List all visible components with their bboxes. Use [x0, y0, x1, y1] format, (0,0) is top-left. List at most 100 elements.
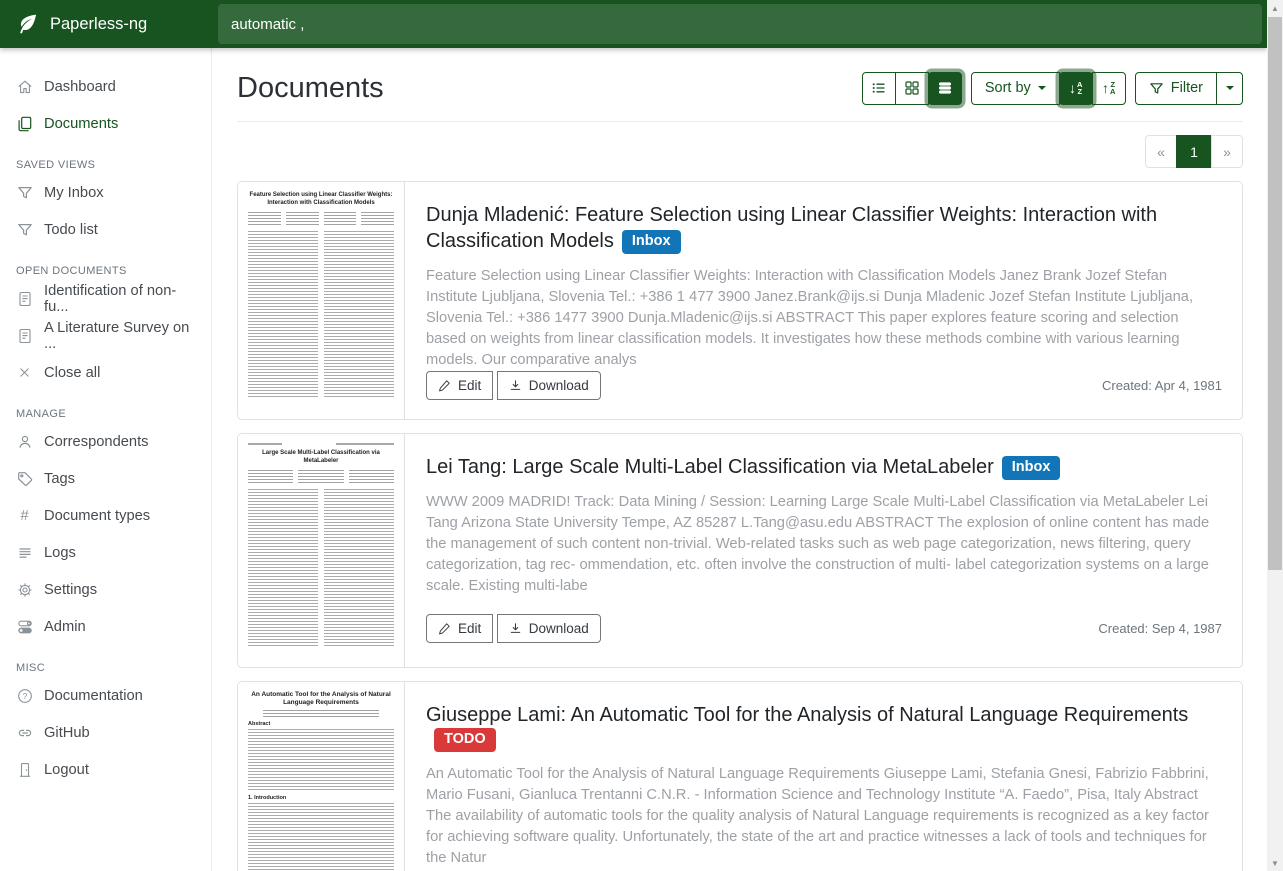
leaf-logo-icon — [17, 13, 39, 35]
sidebar-item-dashboard[interactable]: Dashboard — [0, 68, 211, 105]
document-title-link[interactable]: Dunja Mladenić: Feature Selection using … — [426, 204, 1157, 252]
created-date: Created: Apr 4, 1981 — [1102, 378, 1222, 393]
app-brand[interactable]: Paperless-ng — [0, 13, 212, 35]
sidebar-item-label: My Inbox — [44, 185, 104, 201]
document-title-link[interactable]: Lei Tang: Large Scale Multi-Label Classi… — [426, 456, 994, 478]
person-icon — [16, 433, 33, 450]
download-label: Download — [529, 378, 589, 393]
sidebar-item-label: Correspondents — [44, 434, 149, 450]
header-divider — [237, 121, 1243, 122]
download-button[interactable]: Download — [497, 371, 601, 400]
download-icon — [509, 379, 522, 392]
detail-view-button[interactable] — [928, 72, 962, 105]
svg-text:?: ? — [22, 691, 27, 701]
sidebar-item-document-types[interactable]: # Document types — [0, 497, 211, 534]
sidebar-item-logout[interactable]: Logout — [0, 751, 211, 788]
sort-descending-button[interactable]: ↓AZ — [1059, 72, 1093, 105]
filter-icon — [16, 184, 33, 201]
pagination-page-1-button[interactable]: 1 — [1176, 135, 1212, 168]
edit-label: Edit — [458, 621, 481, 636]
pagination-prev-button[interactable]: « — [1145, 135, 1177, 168]
list-view-button[interactable] — [862, 72, 896, 105]
tag-badge-todo[interactable]: TODO — [434, 728, 496, 752]
close-icon — [16, 364, 33, 381]
pagination-next-button[interactable]: » — [1211, 135, 1243, 168]
sidebar-item-my-inbox[interactable]: My Inbox — [0, 174, 211, 211]
sidebar-section-saved-views: SAVED VIEWS — [0, 159, 211, 171]
document-excerpt: An Automatic Tool for the Analysis of Na… — [426, 764, 1222, 869]
document-card: Feature Selection using Linear Classifie… — [237, 181, 1243, 420]
sidebar-section-misc: MISC — [0, 662, 211, 674]
sidebar-item-label: Documents — [44, 116, 118, 132]
sidebar-item-close-all[interactable]: Close all — [0, 354, 211, 391]
sort-by-button[interactable]: Sort by — [971, 72, 1060, 105]
view-toggle-group — [862, 72, 962, 105]
sidebar-item-open-doc-2[interactable]: A Literature Survey on ... — [0, 317, 211, 354]
pencil-icon — [438, 622, 451, 635]
filter-group: Filter — [1135, 72, 1243, 105]
sidebar-item-tags[interactable]: Tags — [0, 460, 211, 497]
filter-label: Filter — [1171, 80, 1203, 96]
sidebar-item-documents[interactable]: Documents — [0, 105, 211, 142]
scroll-down-icon[interactable]: ▼ — [1267, 855, 1283, 871]
sidebar-item-label: GitHub — [44, 725, 90, 741]
sidebar-item-github[interactable]: GitHub — [0, 714, 211, 751]
sidebar-item-documentation[interactable]: ? Documentation — [0, 677, 211, 714]
edit-label: Edit — [458, 378, 481, 393]
document-thumbnail[interactable]: An Automatic Tool for the Analysis of Na… — [238, 682, 405, 871]
list-view-icon — [871, 80, 887, 96]
toggles-icon — [16, 618, 33, 635]
thumbnail-section-heading: Abstract — [248, 721, 394, 727]
browser-scrollbar[interactable]: ▲ ▼ — [1267, 0, 1283, 871]
sidebar-item-settings[interactable]: Settings — [0, 571, 211, 608]
sidebar: Dashboard Documents SAVED VIEWS My Inbox… — [0, 48, 212, 871]
document-thumbnail[interactable]: Feature Selection using Linear Classifie… — [238, 182, 405, 419]
sidebar-item-label: Documentation — [44, 688, 143, 704]
home-icon — [16, 78, 33, 95]
sidebar-item-label: A Literature Survey on ... — [44, 320, 195, 352]
thumbnail-section-heading: 1. Introduction — [248, 795, 394, 801]
sidebar-item-label: Identification of non-fu... — [44, 283, 195, 315]
grid-view-button[interactable] — [895, 72, 929, 105]
sidebar-item-correspondents[interactable]: Correspondents — [0, 423, 211, 460]
file-text-icon — [16, 290, 33, 307]
tag-badge-inbox[interactable]: Inbox — [622, 230, 681, 254]
sidebar-item-label: Logout — [44, 762, 89, 778]
card-action-group: Edit Download — [426, 371, 601, 400]
grid-view-icon — [904, 80, 920, 96]
sidebar-item-label: Logs — [44, 545, 76, 561]
sidebar-item-open-doc-1[interactable]: Identification of non-fu... — [0, 280, 211, 317]
document-card: An Automatic Tool for the Analysis of Na… — [237, 681, 1243, 871]
document-thumbnail[interactable]: Large Scale Multi-Label Classification v… — [238, 434, 405, 667]
caret-down-icon — [1038, 86, 1046, 90]
download-button[interactable]: Download — [497, 614, 601, 643]
tag-badge-inbox[interactable]: Inbox — [1002, 456, 1061, 480]
sidebar-item-admin[interactable]: Admin — [0, 608, 211, 645]
main-content: Documents — [212, 48, 1267, 871]
gear-icon — [16, 581, 33, 598]
document-title-link[interactable]: Giuseppe Lami: An Automatic Tool for the… — [426, 704, 1188, 726]
thumbnail-title: An Automatic Tool for the Analysis of Na… — [248, 691, 394, 707]
funnel-icon — [1149, 81, 1164, 96]
scrollbar-thumb[interactable] — [1268, 17, 1282, 570]
edit-button[interactable]: Edit — [426, 371, 493, 400]
filter-dropdown-button[interactable] — [1216, 72, 1243, 105]
global-search-input[interactable] — [218, 4, 1262, 44]
sort-alpha-down-icon: ↓AZ — [1069, 81, 1082, 95]
sidebar-item-todo-list[interactable]: Todo list — [0, 211, 211, 248]
top-navbar: Paperless-ng — [0, 0, 1267, 48]
scroll-up-icon[interactable]: ▲ — [1267, 0, 1283, 16]
edit-button[interactable]: Edit — [426, 614, 493, 643]
sidebar-item-label: Dashboard — [44, 79, 116, 95]
documents-icon — [16, 115, 33, 132]
sidebar-item-label: Admin — [44, 619, 86, 635]
hash-icon: # — [16, 507, 33, 524]
filter-button[interactable]: Filter — [1135, 72, 1217, 105]
file-text-icon — [16, 327, 33, 344]
sidebar-item-logs[interactable]: Logs — [0, 534, 211, 571]
sort-alpha-up-icon: ↑ZA — [1102, 81, 1115, 95]
filter-icon — [16, 221, 33, 238]
sort-ascending-button[interactable]: ↑ZA — [1092, 72, 1126, 105]
sidebar-item-label: Settings — [44, 582, 97, 598]
app-title: Paperless-ng — [50, 15, 147, 34]
